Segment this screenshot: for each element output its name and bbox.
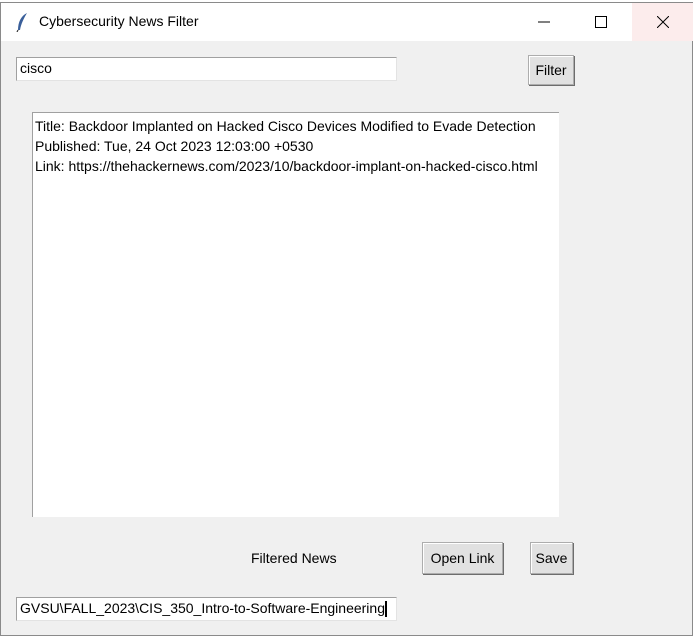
news-listbox[interactable]: Title: Backdoor Implanted on Hacked Cisc… — [32, 112, 559, 517]
close-button[interactable] — [632, 3, 693, 41]
filter-button[interactable]: Filter — [528, 55, 574, 85]
maximize-icon — [595, 16, 607, 28]
text-cursor — [385, 601, 387, 618]
maximize-button[interactable] — [578, 3, 624, 41]
search-input[interactable]: cisco — [16, 57, 397, 81]
path-input[interactable]: GVSU\FALL_2023\CIS_350_Intro-to-Software… — [16, 597, 397, 621]
window-title: Cybersecurity News Filter — [39, 13, 199, 29]
title-bar[interactable]: Cybersecurity News Filter — [1, 3, 693, 41]
app-window: Cybersecurity News Filter cisco Filter T… — [0, 2, 693, 636]
news-link-line[interactable]: Link: https://thehackernews.com/2023/10/… — [35, 156, 559, 176]
save-button[interactable]: Save — [530, 542, 573, 574]
close-icon — [656, 16, 669, 28]
open-link-button[interactable]: Open Link — [422, 542, 503, 574]
path-value: GVSU\FALL_2023\CIS_350_Intro-to-Software… — [20, 600, 385, 616]
minimize-icon — [538, 21, 550, 23]
minimize-button[interactable] — [521, 3, 567, 41]
news-title-line[interactable]: Title: Backdoor Implanted on Hacked Cisc… — [35, 116, 559, 136]
news-published-line[interactable]: Published: Tue, 24 Oct 2023 12:03:00 +05… — [35, 136, 559, 156]
feather-icon — [16, 13, 27, 32]
filtered-news-label: Filtered News — [251, 550, 337, 566]
